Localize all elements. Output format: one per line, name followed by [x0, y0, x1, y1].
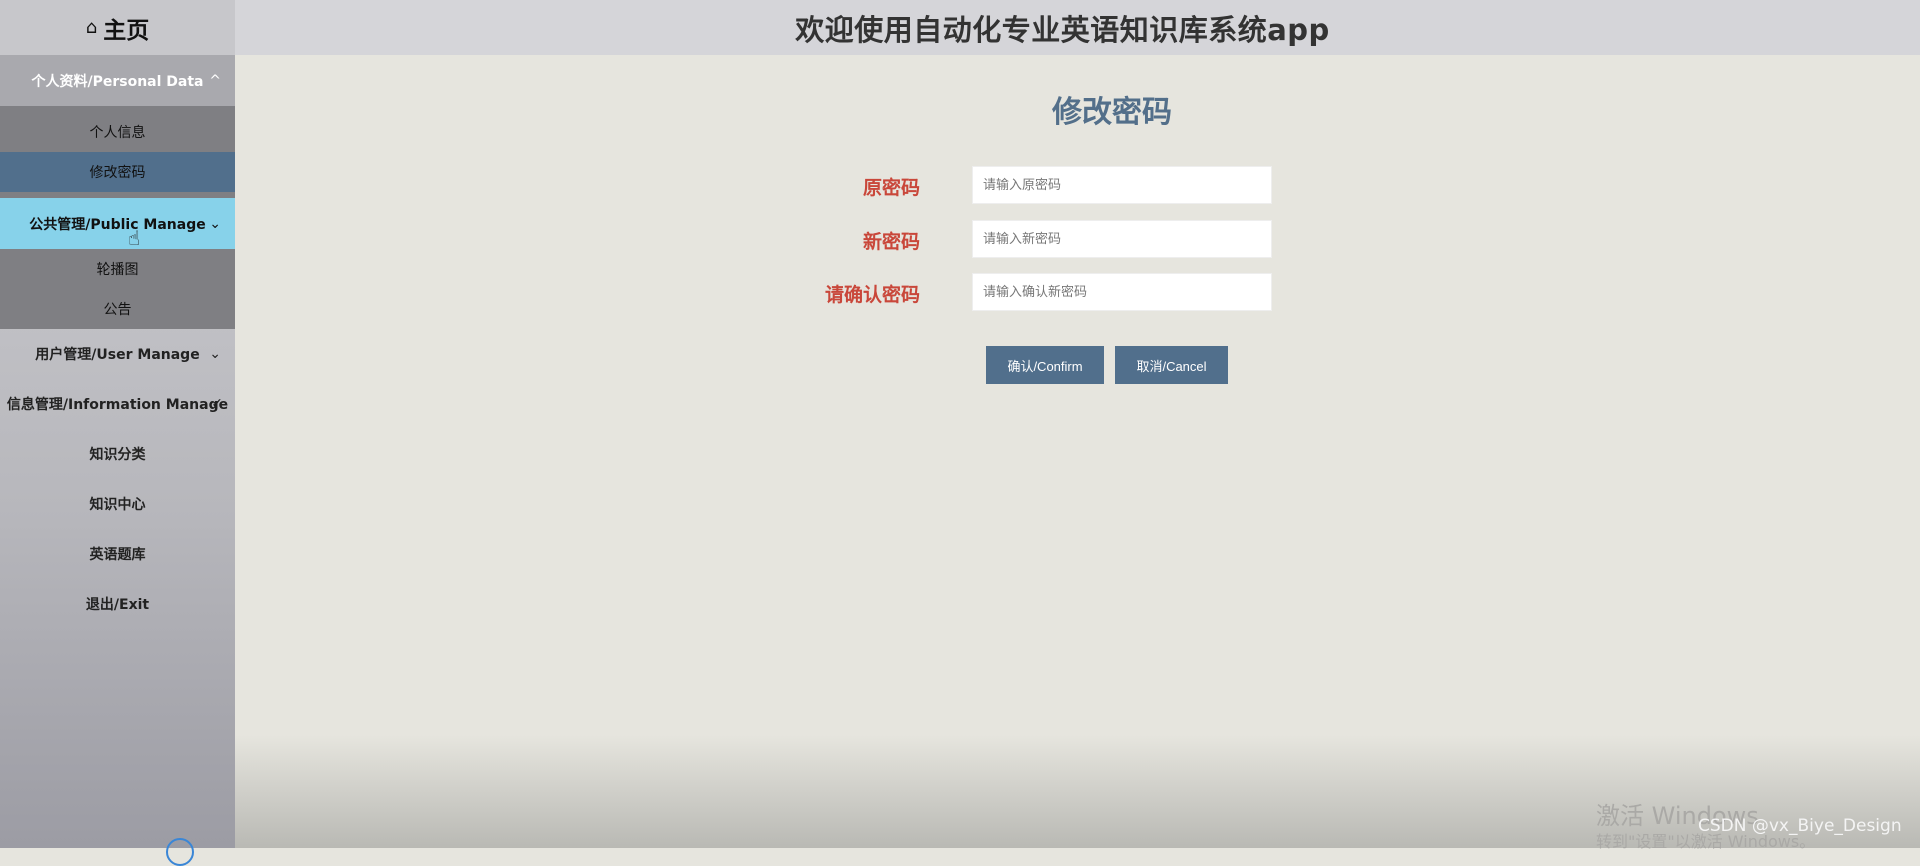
sidebar-item-knowledge-category[interactable]: 知识分类 [0, 429, 235, 479]
page-title: 修改密码 [1052, 95, 1172, 130]
sidebar: ⌂ 主页 个人资料/Personal Data ^ 个人信息 修改密码 公共管理… [0, 0, 235, 866]
new-password-input[interactable] [972, 220, 1272, 258]
confirm-password-input[interactable] [972, 273, 1272, 311]
sidebar-item-knowledge-center[interactable]: 知识中心 [0, 479, 235, 529]
confirm-password-label: 请确认密码 [824, 284, 920, 306]
menu-personal-data-label: 个人资料/Personal Data [31, 73, 204, 90]
menu-public-manage[interactable]: 公共管理/Public Manage ⌄ [0, 198, 235, 249]
menu-user-manage-label: 用户管理/User Manage [35, 347, 200, 363]
menu-information-manage[interactable]: 信息管理/Information Manage ✓ [0, 379, 235, 429]
menu-personal-data[interactable]: 个人资料/Personal Data ^ [0, 55, 235, 106]
submenu-personal-data: 个人信息 修改密码 [0, 106, 235, 198]
csdn-watermark: CSDN @vx_Biye_Design [1698, 816, 1902, 836]
menu-public-manage-label: 公共管理/Public Manage [29, 216, 206, 233]
hand-cursor-icon: ☝ [128, 226, 141, 250]
sidebar-item-notice[interactable]: 公告 [0, 289, 235, 329]
sidebar-item-change-password[interactable]: 修改密码 [0, 152, 235, 192]
app-title: 欢迎使用自动化专业英语知识库系统app [795, 12, 1330, 47]
submenu-public-manage: 轮播图 公告 [0, 249, 235, 329]
chevron-down-icon: ⌄ [209, 346, 221, 362]
home-icon: ⌂ [85, 17, 98, 38]
circle-icon [166, 838, 194, 866]
home-label: 主页 [103, 17, 150, 44]
menu-user-manage[interactable]: 用户管理/User Manage ⌄ [0, 329, 235, 379]
check-icon: ✓ [211, 396, 223, 412]
top-bar: 欢迎使用自动化专业英语知识库系统app [235, 0, 1920, 55]
sidebar-item-english-question-bank[interactable]: 英语题库 [0, 529, 235, 579]
sidebar-item-carousel[interactable]: 轮播图 [0, 249, 235, 289]
new-password-label: 新密码 [862, 231, 920, 253]
confirm-button[interactable]: 确认/Confirm [986, 346, 1104, 384]
chevron-up-icon: ^ [209, 72, 221, 89]
cancel-button[interactable]: 取消/Cancel [1115, 346, 1228, 384]
menu-information-manage-label: 信息管理/Information Manage [6, 397, 229, 413]
chevron-down-icon: ⌄ [209, 215, 221, 232]
sidebar-item-personal-info[interactable]: 个人信息 [0, 112, 235, 152]
old-password-label: 原密码 [862, 177, 920, 199]
home-button[interactable]: ⌂ 主页 [0, 0, 235, 55]
old-password-input[interactable] [972, 166, 1272, 204]
sidebar-item-exit[interactable]: 退出/Exit [0, 579, 235, 629]
